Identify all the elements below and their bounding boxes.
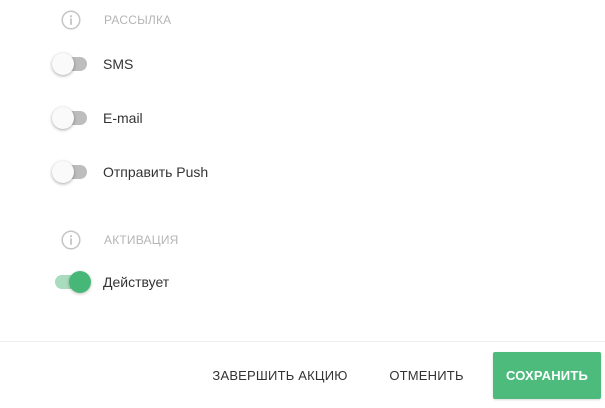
toggle-thumb[interactable] (69, 271, 91, 293)
sms-toggle[interactable] (52, 52, 90, 76)
active-toggle[interactable] (52, 270, 91, 294)
toggle-row-email[interactable]: E-mail (52, 106, 143, 130)
cancel-button[interactable]: ОТМЕНИТЬ (384, 352, 469, 399)
sms-toggle-label: SMS (103, 56, 134, 72)
save-button[interactable]: СОХРАНИТЬ (493, 352, 601, 399)
section-title-mailing: РАССЫЛКА (104, 13, 172, 27)
footer-actions: ЗАВЕРШИТЬ АКЦИЮ ОТМЕНИТЬ СОХРАНИТЬ (0, 341, 605, 408)
finish-promotion-button[interactable]: ЗАВЕРШИТЬ АКЦИЮ (210, 352, 350, 399)
push-toggle-label: Отправить Push (103, 164, 209, 180)
email-toggle-label: E-mail (103, 110, 143, 126)
section-header-activation: АКТИВАЦИЯ (61, 230, 178, 250)
info-icon[interactable] (61, 10, 81, 30)
toggle-row-active[interactable]: Действует (52, 270, 169, 294)
push-toggle[interactable] (52, 160, 90, 184)
active-toggle-label: Действует (103, 274, 170, 290)
section-title-activation: АКТИВАЦИЯ (104, 233, 179, 247)
section-header-mailing: РАССЫЛКА (61, 10, 171, 30)
info-icon[interactable] (61, 230, 81, 250)
toggle-row-sms[interactable]: SMS (52, 52, 133, 76)
email-toggle[interactable] (52, 106, 90, 130)
toggle-thumb[interactable] (52, 107, 74, 129)
toggle-row-push[interactable]: Отправить Push (52, 160, 208, 184)
toggle-thumb[interactable] (52, 53, 74, 75)
toggle-thumb[interactable] (52, 161, 74, 183)
